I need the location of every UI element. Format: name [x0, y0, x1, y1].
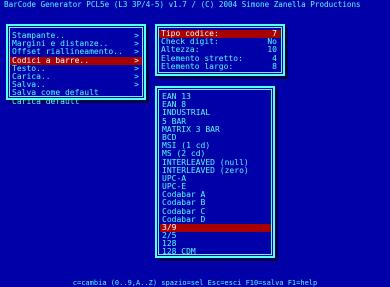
menu-item-label: Carica default [12, 96, 80, 106]
barcode-type-item[interactable]: 2/5 [160, 231, 271, 240]
barcode-options-rows: Tipo codice: 7 Check digit: No Altezza: 10 … [159, 29, 281, 71]
barcode-type-item-selected[interactable]: 3/9 [160, 223, 271, 232]
barcode-type-item[interactable]: Codabar D [160, 215, 271, 224]
status-bar: c=cambia (0..9,A..Z) spazio=sel Esc=esci… [0, 279, 390, 287]
barcode-options-panel: Tipo codice: 7 Check digit: No Altezza: 10 … [155, 24, 285, 76]
option-elemento-largo[interactable]: Elemento largo: 8 [159, 61, 281, 71]
menu-item-carica-default[interactable]: Carica default [10, 96, 142, 106]
barcode-type-list-panel: EAN 13 EAN 8 INDUSTRIAL 5 BAR MATRIX 3 B… [155, 86, 275, 258]
barcode-type-list: EAN 13 EAN 8 INDUSTRIAL 5 BAR MATRIX 3 B… [160, 92, 271, 257]
main-menu-items: Stampante.. > Margini e distanze.. > Offse… [10, 31, 142, 106]
app-title: BarCode Generator PCL5e (L3 3P/4-5) v1.7… [0, 0, 390, 9]
option-label: Elemento largo: [161, 61, 234, 71]
barcode-type-item[interactable]: MATRIX 3 BAR [160, 125, 271, 134]
submenu-arrow-icon: > [134, 80, 139, 90]
main-menu-panel: Stampante.. > Margini e distanze.. > Offse… [6, 24, 146, 105]
barcode-type-item[interactable]: 128 CDM [160, 248, 271, 256]
option-value: 8 [272, 61, 277, 71]
